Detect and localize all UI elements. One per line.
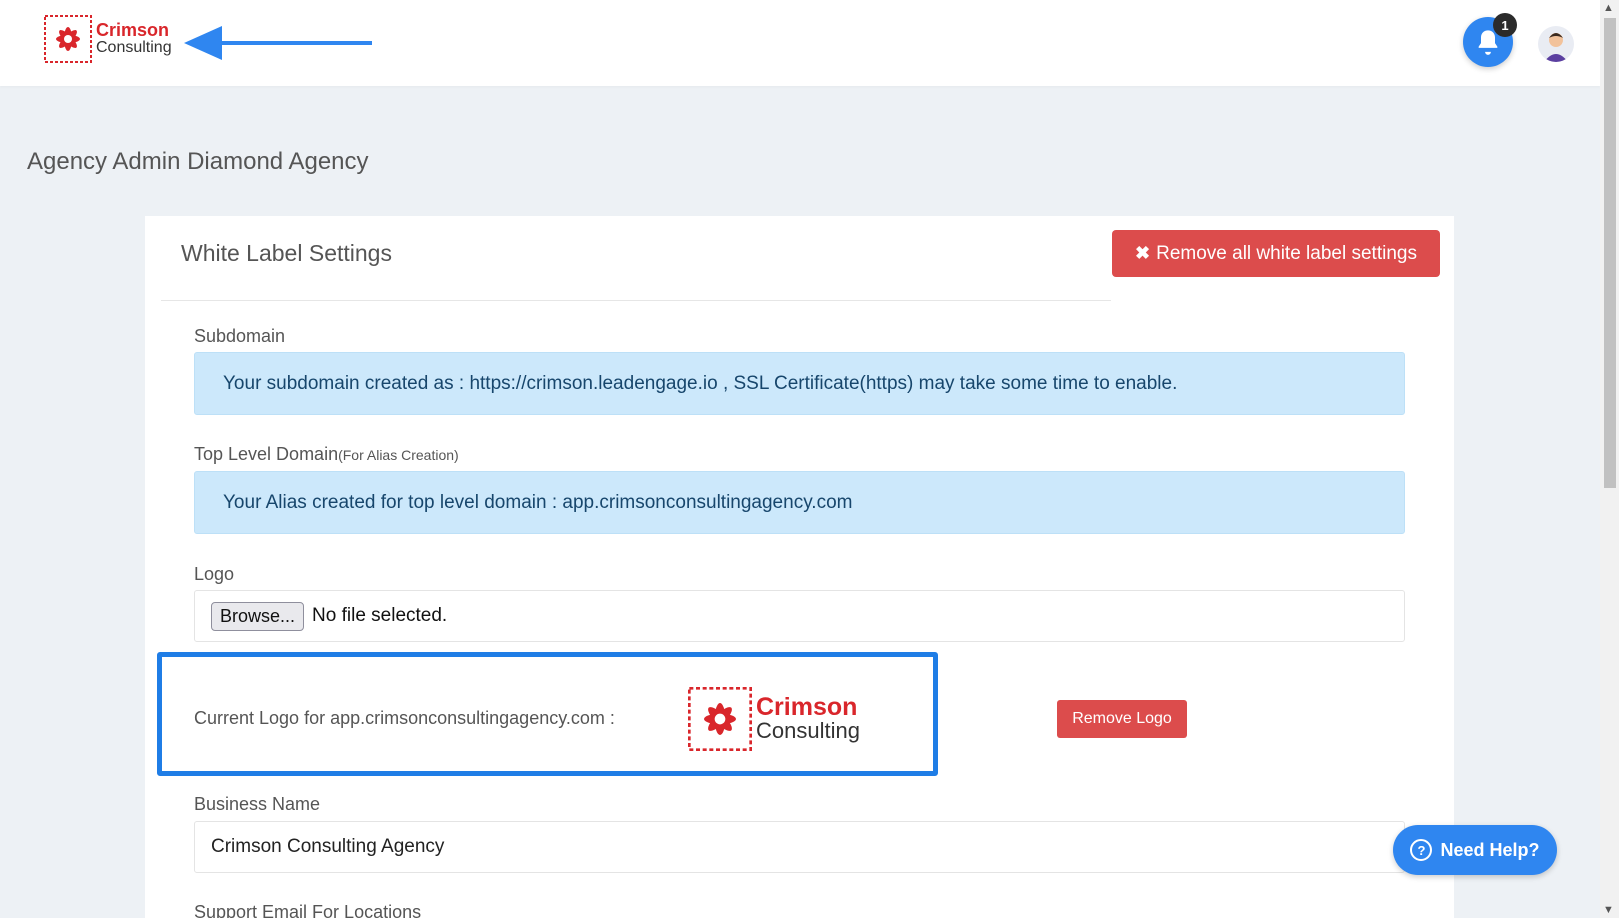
card-title: White Label Settings: [181, 240, 392, 266]
close-icon: ✖: [1135, 243, 1151, 263]
tld-info-alert: Your Alias created for top level domain …: [194, 471, 1405, 534]
subdomain-info-alert: Your subdomain created as : https://crim…: [194, 352, 1405, 415]
crimson-flower-icon: [44, 15, 92, 63]
page-scrollbar[interactable]: ▲ ▼: [1600, 0, 1619, 918]
business-name-input[interactable]: [194, 821, 1405, 873]
brand-logo[interactable]: Crimson Consulting: [44, 15, 172, 63]
remove-logo-button[interactable]: Remove Logo: [1057, 700, 1187, 738]
scrollbar-thumb[interactable]: [1604, 18, 1616, 488]
file-status: No file selected.: [312, 605, 448, 626]
tld-label-text: Top Level Domain: [194, 444, 339, 464]
scroll-up-icon[interactable]: ▲: [1603, 2, 1614, 14]
brand-name-primary: Crimson: [96, 20, 170, 40]
tld-message: Your Alias created for top level domain …: [223, 491, 853, 513]
crimson-flower-icon: [688, 687, 752, 751]
current-logo-label: Current Logo for app.crimsonconsultingag…: [194, 708, 615, 728]
logo-brand-primary: Crimson: [756, 693, 858, 721]
remove-all-settings-label: Remove all white label settings: [1156, 242, 1417, 264]
page-title: Agency Admin Diamond Agency: [27, 148, 369, 175]
current-logo-image: Crimson Consulting: [688, 687, 860, 751]
remove-all-settings-button[interactable]: ✖ Remove all white label settings: [1112, 230, 1440, 277]
need-help-label: Need Help?: [1440, 839, 1540, 860]
left-arrow-icon: [184, 26, 372, 60]
user-avatar[interactable]: [1538, 26, 1574, 62]
browse-button[interactable]: Browse...: [211, 601, 305, 631]
notification-button[interactable]: 1: [1463, 13, 1517, 67]
need-help-button[interactable]: ? Need Help?: [1393, 825, 1557, 875]
subdomain-message: Your subdomain created as : https://crim…: [223, 372, 1178, 394]
white-label-card: White Label Settings ✖ Remove all white …: [145, 216, 1454, 918]
logo-label: Logo: [194, 564, 235, 584]
logo-brand-secondary: Consulting: [756, 718, 860, 743]
question-icon: ?: [1410, 839, 1433, 861]
scroll-down-icon[interactable]: ▼: [1603, 904, 1614, 916]
subdomain-label: Subdomain: [194, 326, 286, 346]
card-divider: [161, 300, 1111, 301]
support-email-label: Support Email For Locations: [194, 902, 422, 918]
business-name-label: Business Name: [194, 794, 321, 814]
notification-badge: 1: [1493, 13, 1517, 37]
tld-hint: (For Alias Creation): [338, 447, 459, 463]
logo-file-input[interactable]: Browse... No file selected.: [194, 590, 1405, 642]
tld-label: Top Level Domain(For Alias Creation): [194, 444, 459, 465]
user-icon: [1544, 33, 1568, 62]
top-bar: Crimson Consulting 1: [0, 0, 1600, 86]
current-logo-box: Current Logo for app.crimsonconsultingag…: [157, 652, 938, 776]
brand-name-secondary: Consulting: [96, 39, 172, 56]
